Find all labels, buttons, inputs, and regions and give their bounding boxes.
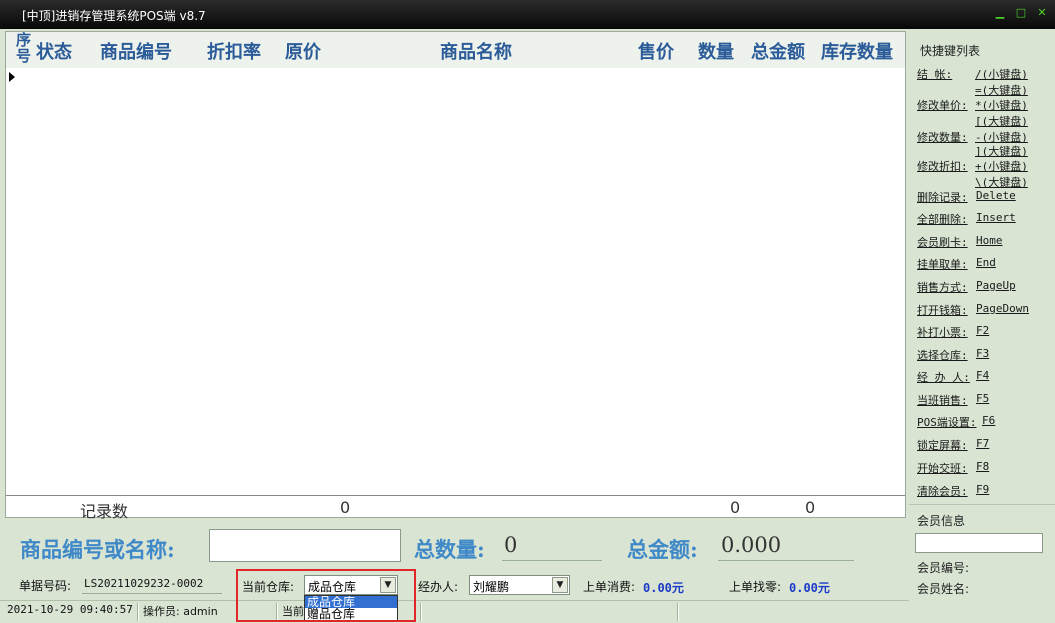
shortcut-sale-mode-key[interactable]: PageUp <box>976 279 1016 292</box>
shortcut-pos-settings-key[interactable]: F6 <box>982 414 995 427</box>
last-change-label: 上单找零: <box>729 580 782 594</box>
total-qty-label: 总数量: <box>414 537 485 562</box>
column-header-seq[interactable]: 序号 <box>16 32 32 64</box>
shortcut-open-drawer[interactable]: 打开钱箱: <box>917 302 968 318</box>
column-header-product-name[interactable]: 商品名称 <box>440 38 512 64</box>
shortcut-edit-discount-key[interactable]: +(小键盘) <box>975 158 1028 174</box>
total-amount-underline <box>718 560 854 561</box>
footer-quantity-total: 0 <box>730 498 741 517</box>
last-change-value: 0.00元 <box>789 581 830 595</box>
grid-header: 序号 状态 商品编号 折扣率 原价 商品名称 售价 数量 总金额 库存数量 <box>6 32 905 68</box>
status-divider <box>677 603 679 621</box>
window-title: [中顶]进销存管理系统POS端 v8.7 <box>22 9 206 23</box>
shortcut-reprint[interactable]: 补打小票: <box>917 324 968 340</box>
shortcut-edit-discount-key[interactable]: \(大键盘) <box>975 174 1028 190</box>
shortcut-lock-screen-key[interactable]: F7 <box>976 437 989 450</box>
shortcut-lock-screen[interactable]: 锁定屏幕: <box>917 437 968 453</box>
member-name-label: 会员姓名: <box>917 582 970 596</box>
chevron-down-icon[interactable]: ▼ <box>552 577 568 593</box>
status-divider <box>420 603 422 621</box>
shortcut-delete[interactable]: 删除记录: <box>917 189 968 205</box>
member-no-label: 会员编号: <box>917 561 970 575</box>
shortcut-panel: 快捷键列表 结 帐: /(小键盘) =(大键盘) 修改单价: *(小键盘) [(… <box>909 31 1055 623</box>
footer-record-count: 0 <box>340 498 351 517</box>
shortcut-title: 快捷键列表 <box>920 44 981 58</box>
shortcut-handler-key[interactable]: F4 <box>976 369 989 382</box>
column-header-status[interactable]: 状态 <box>36 38 72 64</box>
shortcut-edit-qty-key[interactable]: ](大键盘) <box>975 143 1028 159</box>
status-operator: 操作员: admin <box>143 605 218 618</box>
status-divider <box>137 603 139 621</box>
handler-select[interactable]: 刘耀鹏 ▼ <box>469 575 570 595</box>
shortcut-select-warehouse[interactable]: 选择仓库: <box>917 347 968 363</box>
shortcut-handover-key[interactable]: F8 <box>976 460 989 473</box>
search-label: 商品编号或名称: <box>20 537 175 562</box>
member-card-input[interactable] <box>915 533 1043 553</box>
title-bar: [中顶]进销存管理系统POS端 v8.7 ▁ □ ✕ <box>0 0 1055 29</box>
total-qty-value: 0 <box>504 533 518 557</box>
shortcut-edit-price[interactable]: 修改单价: <box>917 97 968 113</box>
last-spend-value: 0.00元 <box>643 581 684 595</box>
shortcut-checkout[interactable]: 结 帐: <box>917 66 952 82</box>
column-header-sale-price[interactable]: 售价 <box>638 38 674 64</box>
shortcut-clear-member[interactable]: 清除会员: <box>917 483 968 499</box>
total-amount-value: 0.000 <box>721 533 782 557</box>
footer-label: 记录数 <box>80 502 129 521</box>
doc-number-label: 单据号码: <box>19 579 72 593</box>
total-qty-underline <box>502 560 602 561</box>
shortcut-checkout-key[interactable]: /(小键盘) <box>975 66 1028 82</box>
shortcut-handler[interactable]: 经 办 人: <box>917 369 970 385</box>
shortcut-edit-price-key[interactable]: *(小键盘) <box>975 97 1028 113</box>
doc-number-value: LS20211029232-0002 <box>84 577 204 590</box>
total-amount-label: 总金额: <box>627 537 698 562</box>
shortcut-delete-key[interactable]: Delete <box>976 189 1016 202</box>
grid-footer: 记录数 0 0 0 <box>6 495 905 521</box>
shortcut-edit-qty[interactable]: 修改数量: <box>917 129 968 145</box>
shortcut-delete-all[interactable]: 全部删除: <box>917 211 968 227</box>
sidebar-divider <box>909 504 1055 505</box>
shortcut-member-card[interactable]: 会员刷卡: <box>917 234 968 250</box>
shortcut-open-drawer-key[interactable]: PageDown <box>976 302 1029 315</box>
close-icon[interactable]: ✕ <box>1035 6 1049 20</box>
shortcut-edit-discount[interactable]: 修改折扣: <box>917 158 968 174</box>
shortcut-member-card-key[interactable]: Home <box>976 234 1003 247</box>
last-spend-label: 上单消费: <box>583 580 636 594</box>
footer-amount-total: 0 <box>805 498 816 517</box>
highlight-box <box>236 569 416 622</box>
shortcut-checkout-key[interactable]: =(大键盘) <box>975 82 1028 98</box>
shortcut-hold-order-key[interactable]: End <box>976 256 996 269</box>
shortcut-clear-member-key[interactable]: F9 <box>976 483 989 496</box>
shortcut-sale-mode[interactable]: 销售方式: <box>917 279 968 295</box>
shortcut-shift-sales-key[interactable]: F5 <box>976 392 989 405</box>
minimize-icon[interactable]: ▁ <box>993 6 1007 20</box>
search-input[interactable] <box>209 529 401 562</box>
column-header-product-code[interactable]: 商品编号 <box>100 38 172 64</box>
maximize-icon[interactable]: □ <box>1014 6 1028 20</box>
column-header-quantity[interactable]: 数量 <box>698 38 734 64</box>
handler-label: 经办人: <box>418 580 459 594</box>
column-header-discount[interactable]: 折扣率 <box>207 38 261 64</box>
shortcut-handover[interactable]: 开始交班: <box>917 460 968 476</box>
row-indicator-icon <box>9 72 15 82</box>
status-bar: 2021-10-29 09:40:57 操作员: admin 当前 <box>0 600 909 623</box>
member-info-title: 会员信息 <box>917 514 966 528</box>
shortcut-reprint-key[interactable]: F2 <box>976 324 989 337</box>
shortcut-edit-price-key[interactable]: [(大键盘) <box>975 113 1028 129</box>
column-header-total-amount[interactable]: 总金额 <box>751 38 805 64</box>
shortcut-pos-settings[interactable]: POS端设置: <box>917 414 977 430</box>
shortcut-delete-all-key[interactable]: Insert <box>976 211 1016 224</box>
shortcut-hold-order[interactable]: 挂单取单: <box>917 256 968 272</box>
shortcut-shift-sales[interactable]: 当班销售: <box>917 392 968 408</box>
status-datetime: 2021-10-29 09:40:57 <box>7 603 133 616</box>
column-header-stock[interactable]: 库存数量 <box>821 38 893 64</box>
doc-number-underline <box>82 593 222 594</box>
sales-grid[interactable]: 序号 状态 商品编号 折扣率 原价 商品名称 售价 数量 总金额 库存数量 记录… <box>5 31 906 521</box>
shortcut-select-warehouse-key[interactable]: F3 <box>976 347 989 360</box>
column-header-original-price[interactable]: 原价 <box>285 38 321 64</box>
